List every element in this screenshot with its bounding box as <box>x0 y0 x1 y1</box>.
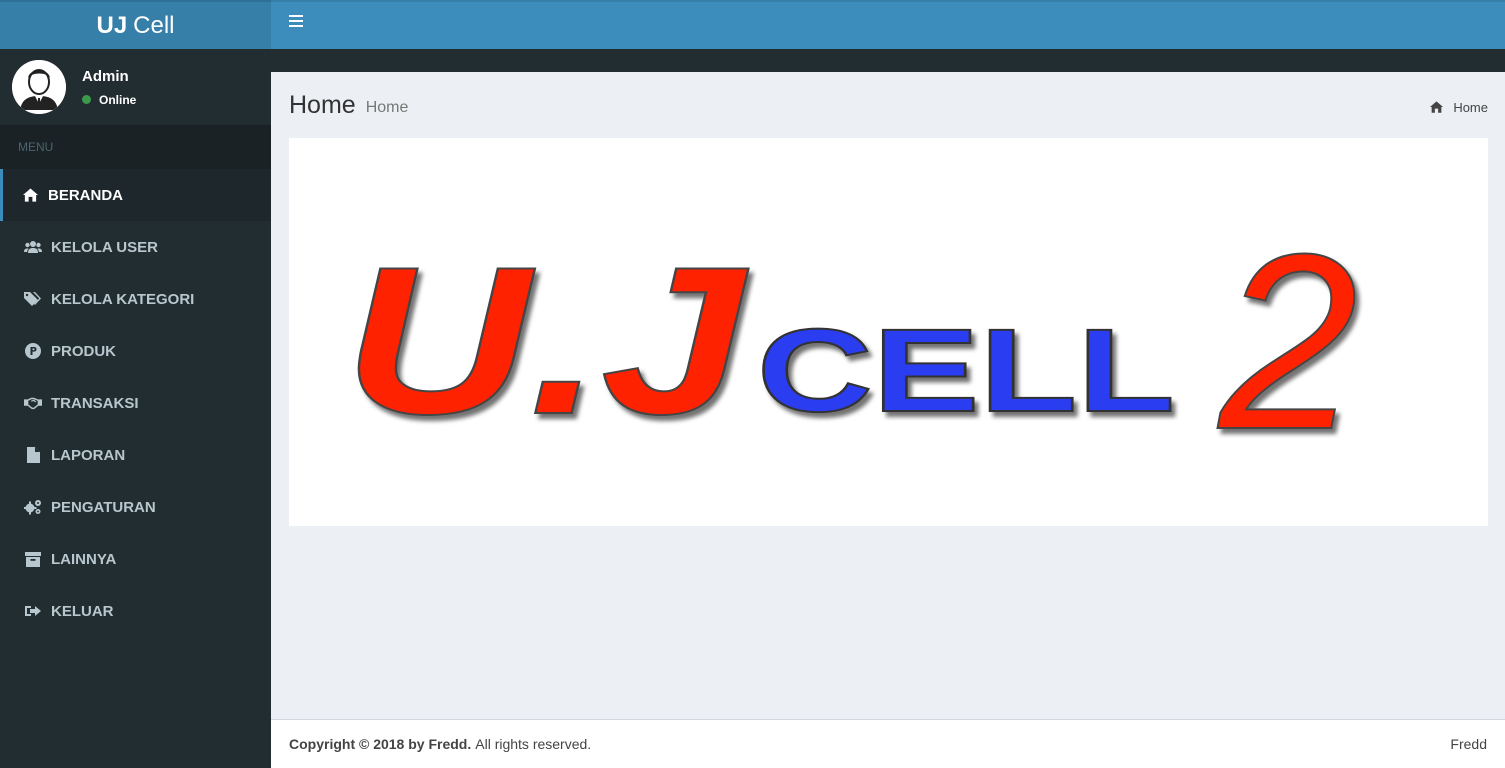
sidebar-item-pengaturan[interactable]: PENGATURAN <box>0 481 271 533</box>
handshake-icon <box>24 394 42 412</box>
breadcrumb[interactable]: Home <box>1430 100 1488 115</box>
logo-part-uj: U.J <box>344 223 749 458</box>
sidebar-item-label: LAINNYA <box>51 550 117 568</box>
sidebar-item-transaksi[interactable]: TRANSAKSI <box>0 377 271 429</box>
sidebar-item-label: LAPORAN <box>51 446 126 464</box>
tags-icon <box>24 290 42 308</box>
sidebar-item-label: PENGATURAN <box>51 498 156 516</box>
main-header: UJ Cell <box>0 0 1505 49</box>
content-wrapper: Home Home Home U.J CELL 2 <box>271 49 1505 719</box>
gears-icon <box>24 498 42 516</box>
sidebar-item-keluar[interactable]: KELUAR <box>0 585 271 637</box>
sidebar: Admin Online MENU BERANDA KELOLA USER KE… <box>0 49 271 768</box>
sidebar-item-label: BERANDA <box>48 186 123 204</box>
sidebar-item-kelola-user[interactable]: KELOLA USER <box>0 221 271 273</box>
sidebar-item-label: TRANSAKSI <box>51 394 139 412</box>
user-panel: Admin Online <box>0 49 271 125</box>
breadcrumb-label: Home <box>1453 100 1488 115</box>
sidebar-item-label: KELOLA KATEGORI <box>51 290 195 308</box>
sidebar-item-beranda[interactable]: BERANDA <box>0 169 271 221</box>
users-icon <box>24 238 42 256</box>
menu-header: MENU <box>0 125 271 169</box>
brand-light: Cell <box>133 11 175 39</box>
home-icon <box>1430 100 1444 115</box>
archive-icon <box>24 550 42 568</box>
file-icon <box>24 446 42 464</box>
avatar <box>12 60 66 114</box>
sidebar-item-laporan[interactable]: LAPORAN <box>0 429 271 481</box>
sidebar-toggle-button[interactable] <box>271 1 321 41</box>
home-icon <box>21 186 39 204</box>
user-info: Admin Online <box>82 68 136 107</box>
sign-out-icon <box>24 602 42 620</box>
sidebar-item-label: KELUAR <box>51 602 114 620</box>
copyright-bold: Copyright © 2018 by Fredd. <box>289 736 472 752</box>
page-title: Home <box>289 90 356 119</box>
footer-right: Fredd <box>1450 736 1487 752</box>
brand-logo[interactable]: UJ Cell <box>0 0 271 49</box>
content-header: Home Home Home <box>271 72 1505 138</box>
user-status-label: Online <box>99 92 137 107</box>
logo-part-cell: CELL <box>757 305 1175 437</box>
user-status: Online <box>82 93 136 107</box>
logo-box: U.J CELL 2 <box>289 138 1488 526</box>
sidebar-item-kelola-kategori[interactable]: KELOLA KATEGORI <box>0 273 271 325</box>
online-status-icon <box>82 95 91 104</box>
sidebar-item-produk[interactable]: PRODUK <box>0 325 271 377</box>
sidebar-item-label: KELOLA USER <box>51 238 158 256</box>
main-footer: Copyright © 2018 by Fredd. All rights re… <box>271 719 1505 768</box>
top-navbar <box>271 0 1505 49</box>
brand-bold: UJ <box>96 11 128 39</box>
sidebar-item-lainnya[interactable]: LAINNYA <box>0 533 271 585</box>
uj-cell-2-logo: U.J CELL 2 <box>343 201 1359 482</box>
bars-icon <box>289 14 303 27</box>
copyright-rest: All rights reserved. <box>475 736 592 752</box>
page-subtitle: Home <box>365 99 409 116</box>
logo-part-2: 2 <box>1217 202 1358 481</box>
sidebar-menu: BERANDA KELOLA USER KELOLA KATEGORI PROD… <box>0 169 271 637</box>
user-name: Admin <box>82 67 129 85</box>
content-top-strip <box>271 49 1505 72</box>
product-p-icon <box>24 342 42 360</box>
sidebar-item-label: PRODUK <box>51 342 117 360</box>
